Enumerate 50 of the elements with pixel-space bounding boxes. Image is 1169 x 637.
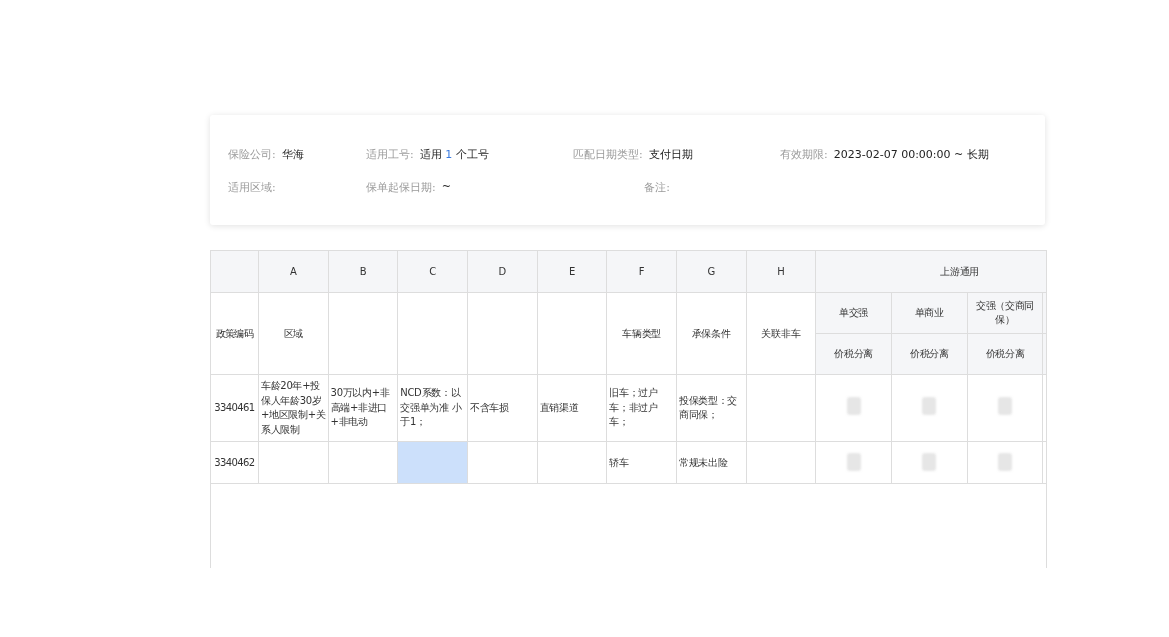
- field-label: 适用工号:: [366, 147, 414, 163]
- table-cell[interactable]: [746, 441, 816, 484]
- group-header: 上游通用: [815, 250, 1046, 293]
- table-cell[interactable]: 直销渠道: [537, 374, 607, 442]
- table-cell[interactable]: 常规未出险: [676, 441, 747, 484]
- column-header: 价税分离: [891, 333, 968, 375]
- table-cell[interactable]: [258, 441, 329, 484]
- field-label: 保险公司:: [228, 147, 276, 163]
- column-letter: D: [467, 250, 538, 293]
- field-label: 保单起保日期:: [366, 180, 436, 196]
- table-cell[interactable]: 投保类型：交商同保；: [676, 374, 747, 442]
- table-cell: 3340462: [211, 441, 259, 484]
- column-header: 政策编码: [211, 292, 259, 375]
- table-cell[interactable]: 不含车损: [467, 374, 538, 442]
- column-header: 关联非车: [746, 292, 816, 375]
- field-label: 备注:: [644, 180, 670, 196]
- column-header: 区域: [258, 292, 329, 375]
- table-cell[interactable]: [467, 441, 538, 484]
- column-header: 价税分离: [815, 333, 892, 375]
- field-value: ~: [441, 180, 451, 195]
- table-cell[interactable]: [328, 441, 398, 484]
- table-cell[interactable]: 轿车: [606, 441, 677, 484]
- column-letter: E: [537, 250, 607, 293]
- column-header: 单交强: [815, 292, 892, 334]
- column-header: 车辆类型: [606, 292, 677, 375]
- column-letter: B: [328, 250, 398, 293]
- column-letter: C: [397, 250, 468, 293]
- field-label: 适用区域:: [228, 180, 276, 196]
- column-letter: A: [258, 250, 329, 293]
- table-cell[interactable]: 车龄20年+投保人年龄30岁+地区限制+关系人限制: [258, 374, 329, 442]
- column-letter: H: [746, 250, 816, 293]
- table-cell[interactable]: [537, 441, 607, 484]
- column-header: 交强（交商同保）: [967, 292, 1043, 334]
- field-value: 2023-02-07 00:00:00 ~ 长期: [833, 147, 989, 163]
- table-cell[interactable]: NCD系数：以交强单为准 小于1；: [397, 374, 468, 442]
- table-cell[interactable]: 旧车；过户车；非过户车；: [606, 374, 677, 442]
- column-letter: F: [606, 250, 677, 293]
- column-letter: G: [676, 250, 747, 293]
- field-value: 支付日期: [648, 147, 693, 163]
- column-header: 承保条件: [676, 292, 747, 375]
- table-cell[interactable]: [397, 441, 468, 484]
- column-header: 单商业: [891, 292, 968, 334]
- field-value: 华海: [281, 147, 304, 163]
- field-label: 匹配日期类型:: [573, 147, 643, 163]
- field-value: 适用 1 个工号: [419, 147, 489, 163]
- column-header: 价税分离: [967, 333, 1043, 375]
- table-cell[interactable]: 30万以内+非高端+非进口+非电动: [328, 374, 398, 442]
- field-label: 有效期限:: [780, 147, 828, 163]
- table-cell[interactable]: [746, 374, 816, 442]
- table-cell: 3340461: [211, 374, 259, 442]
